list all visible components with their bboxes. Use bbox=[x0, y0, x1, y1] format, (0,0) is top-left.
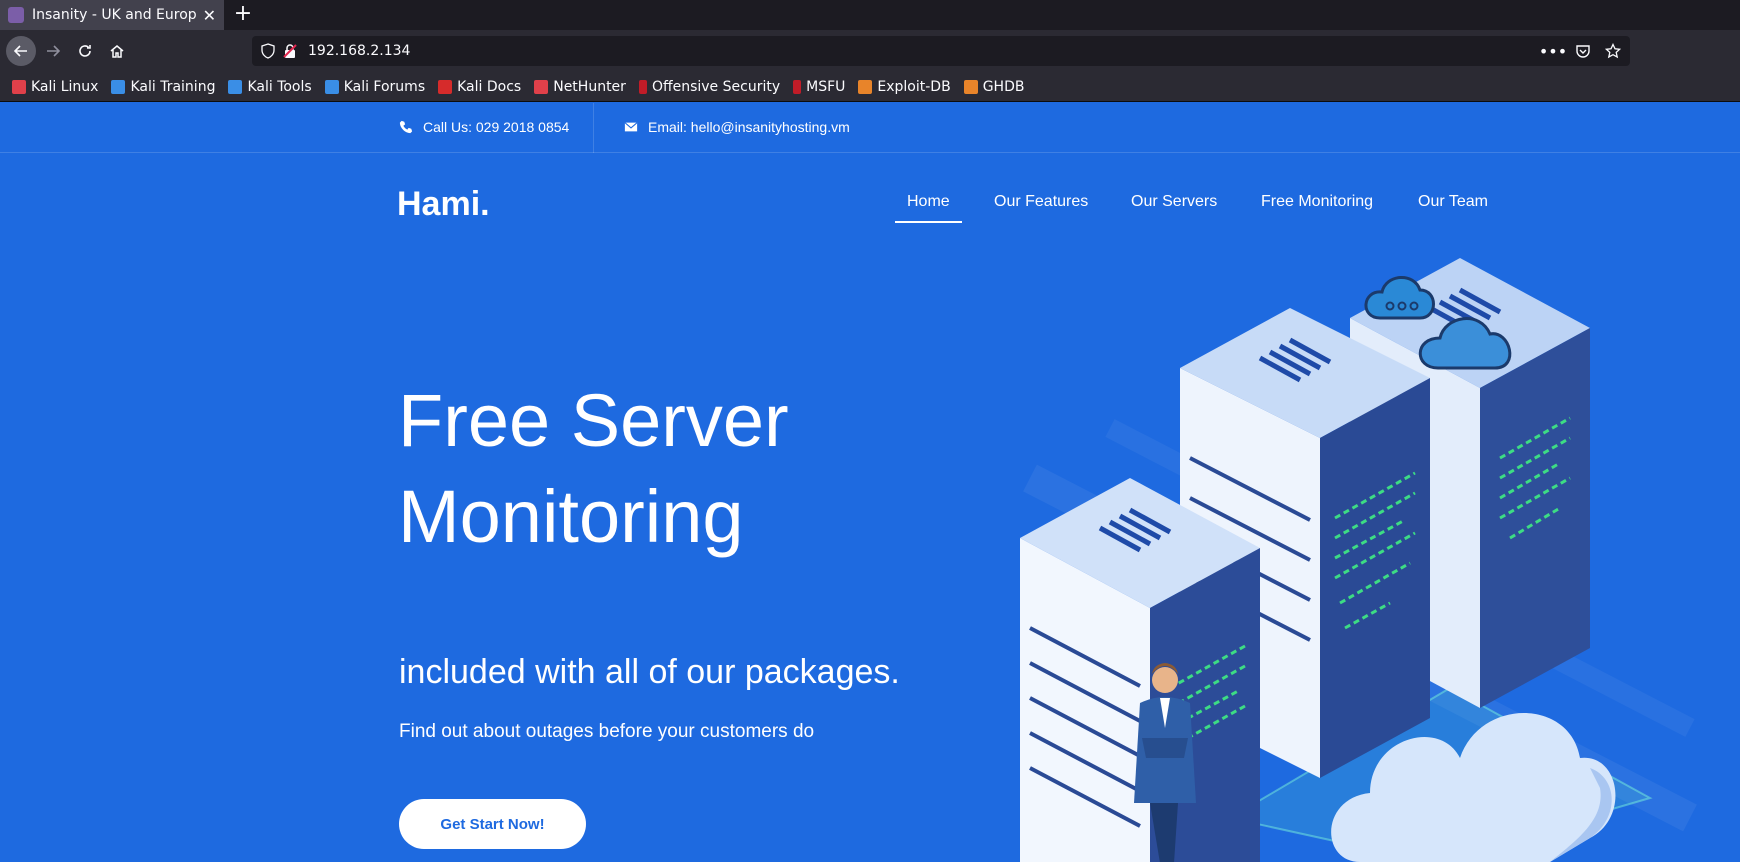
nav-free-monitoring[interactable]: Free Monitoring bbox=[1261, 193, 1373, 211]
email-text: Email: hello@insanityhosting.vm bbox=[648, 119, 850, 135]
back-button[interactable] bbox=[6, 36, 36, 66]
reload-icon bbox=[79, 45, 91, 57]
get-started-button[interactable]: Get Start Now! bbox=[399, 799, 586, 849]
nav-our-features[interactable]: Our Features bbox=[994, 193, 1088, 211]
offensive-security-icon bbox=[638, 79, 647, 94]
hero-title-line-1: Free Server bbox=[398, 379, 789, 462]
topbar-divider bbox=[593, 103, 594, 153]
bookmark-kali-training[interactable]: Kali Training bbox=[111, 79, 215, 95]
bookmarks-toolbar: Kali Linux Kali Training Kali Tools Kali… bbox=[0, 72, 1740, 102]
kali-docs-icon bbox=[438, 79, 453, 94]
tab-bar: Insanity - UK and European Hosting ✕ + bbox=[0, 0, 1740, 30]
nav-our-team[interactable]: Our Team bbox=[1418, 193, 1488, 211]
server-illustration bbox=[1020, 258, 1697, 862]
kali-forums-icon bbox=[324, 79, 339, 94]
address-bar[interactable]: 192.168.2.134 ••• bbox=[252, 36, 1630, 66]
browser-tab[interactable]: Insanity - UK and European Hosting ✕ bbox=[0, 0, 224, 30]
pocket-icon[interactable] bbox=[1574, 42, 1592, 60]
kali-dragon-icon bbox=[12, 79, 26, 94]
page-actions-menu-icon[interactable]: ••• bbox=[1539, 42, 1567, 61]
bookmark-kali-docs[interactable]: Kali Docs bbox=[438, 79, 521, 95]
bookmark-msfu[interactable]: MSFU bbox=[793, 79, 845, 95]
bookmark-ghdb[interactable]: GHDB bbox=[963, 79, 1024, 95]
bookmark-offensive-security[interactable]: Offensive Security bbox=[638, 79, 780, 95]
bookmark-nethunter[interactable]: NetHunter bbox=[534, 79, 626, 95]
forward-arrow-icon bbox=[47, 45, 61, 57]
url-text: 192.168.2.134 bbox=[308, 43, 411, 59]
ghdb-spider-icon bbox=[963, 79, 978, 94]
bookmark-exploit-db[interactable]: Exploit-DB bbox=[858, 79, 951, 95]
bookmark-kali-forums[interactable]: Kali Forums bbox=[324, 79, 425, 95]
tracking-shield-icon[interactable] bbox=[260, 43, 276, 59]
contact-topbar: Call Us: 029 2018 0854 Email: hello@insa… bbox=[0, 103, 1740, 153]
forward-button[interactable] bbox=[38, 36, 68, 66]
phone-text: Call Us: 029 2018 0854 bbox=[423, 119, 570, 135]
kali-training-icon bbox=[111, 79, 126, 94]
bookmark-kali-tools[interactable]: Kali Tools bbox=[228, 79, 312, 95]
exploit-db-spider-icon bbox=[858, 79, 873, 94]
nav-our-servers[interactable]: Our Servers bbox=[1131, 193, 1217, 211]
kali-tools-icon bbox=[228, 79, 243, 94]
close-tab-icon[interactable]: ✕ bbox=[203, 6, 216, 25]
home-button[interactable] bbox=[102, 36, 132, 66]
hero-description: Find out about outages before your custo… bbox=[399, 721, 815, 742]
bookmark-star-icon[interactable] bbox=[1604, 42, 1622, 60]
back-arrow-icon bbox=[13, 45, 27, 57]
hero-title: Free Server Monitoring bbox=[398, 373, 958, 565]
home-icon bbox=[110, 45, 124, 58]
site-logo[interactable]: Hami. bbox=[397, 185, 490, 224]
navigation-toolbar: 192.168.2.134 ••• bbox=[0, 30, 1740, 72]
web-page: Call Us: 029 2018 0854 Email: hello@insa… bbox=[0, 103, 1740, 862]
hero-title-line-2: Monitoring bbox=[398, 475, 744, 558]
site-favicon-icon bbox=[8, 7, 24, 23]
contact-phone[interactable]: Call Us: 029 2018 0854 bbox=[399, 119, 569, 135]
envelope-icon bbox=[624, 122, 638, 132]
msfu-icon bbox=[793, 79, 802, 94]
nethunter-icon bbox=[534, 79, 549, 94]
contact-email[interactable]: Email: hello@insanityhosting.vm bbox=[624, 119, 850, 135]
tab-title: Insanity - UK and European Hosting bbox=[32, 7, 197, 23]
reload-button[interactable] bbox=[70, 36, 100, 66]
nav-home[interactable]: Home bbox=[895, 193, 962, 223]
hero-subtitle: included with all of our packages. bbox=[399, 653, 900, 691]
new-tab-button[interactable]: + bbox=[230, 2, 256, 28]
phone-icon bbox=[399, 120, 413, 134]
bookmark-kali-linux[interactable]: Kali Linux bbox=[12, 79, 98, 95]
insecure-lock-icon[interactable] bbox=[282, 43, 298, 59]
